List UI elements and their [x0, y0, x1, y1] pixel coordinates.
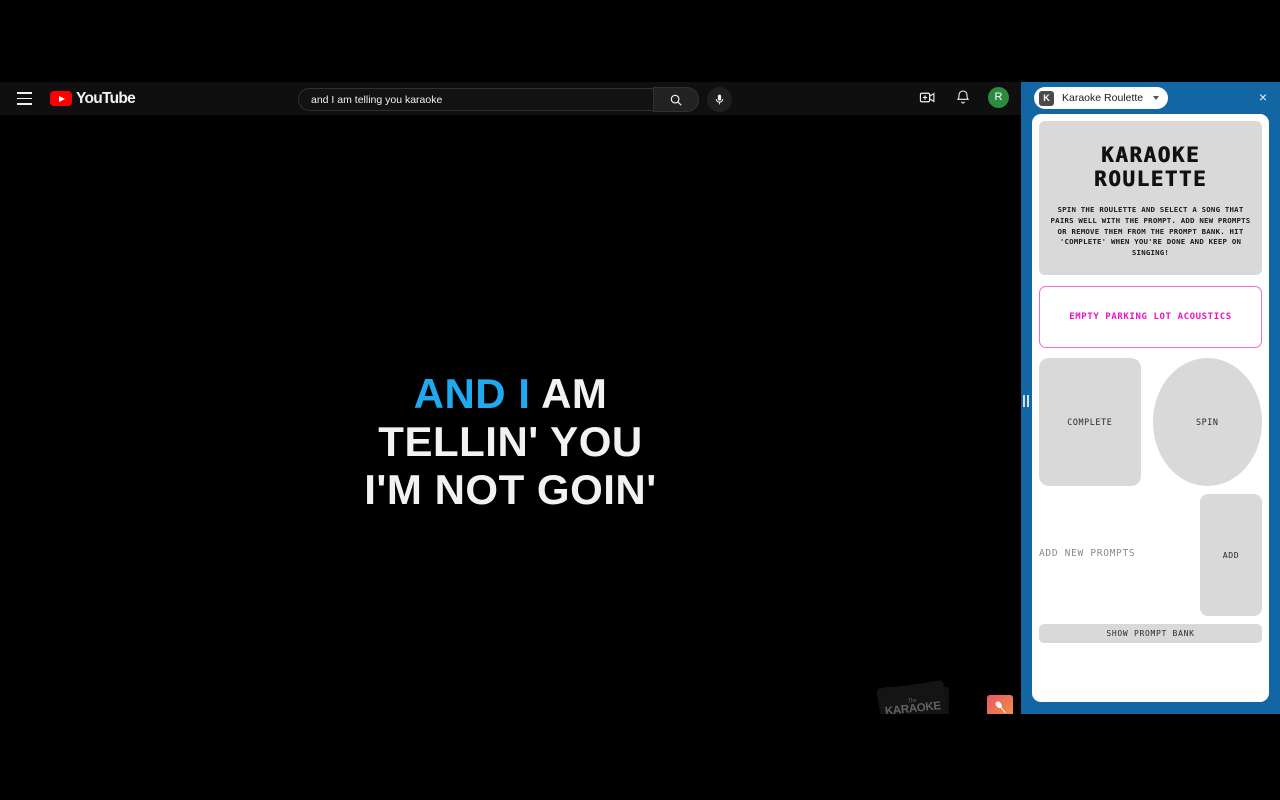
karaoke-lyrics: AND I AM TELLIN' YOU I'M NOT GOIN'	[0, 370, 1021, 514]
app-description: SPIN THE ROULETTE AND SELECT A SONG THAT…	[1050, 205, 1251, 258]
current-prompt-text: EMPTY PARKING LOT ACOUSTICS	[1069, 311, 1232, 322]
bell-icon[interactable]	[952, 86, 974, 108]
lyric-line-1: AND I AM	[0, 370, 1021, 418]
add-prompt-row: ADD	[1039, 493, 1262, 616]
lyric-line-3: I'M NOT GOIN'	[364, 466, 657, 513]
app-title-line-2: ROULETTE	[1093, 167, 1208, 191]
extension-sidebar: K Karaoke Roulette × KARAOKE ROULETTE SP…	[1021, 82, 1280, 714]
app-title: KARAOKE ROULETTE	[1049, 143, 1252, 191]
add-prompt-button[interactable]: ADD	[1200, 493, 1262, 616]
youtube-play-icon	[50, 91, 72, 106]
lyric-rest: AM	[530, 370, 608, 417]
search-box[interactable]	[298, 88, 653, 111]
watermark-main: KARAOKE	[884, 699, 942, 714]
search-input[interactable]	[311, 93, 653, 106]
lyric-line-2: TELLIN' YOU	[378, 418, 643, 465]
extension-topbar: K Karaoke Roulette ×	[1021, 82, 1280, 114]
youtube-logo[interactable]: YouTube	[50, 89, 136, 108]
current-prompt-card[interactable]: EMPTY PARKING LOT ACOUSTICS	[1039, 285, 1262, 348]
extension-tab-label: Karaoke Roulette	[1062, 92, 1144, 104]
sidebar-resize-handle[interactable]	[1021, 392, 1031, 410]
extension-tab-karaoke-roulette[interactable]: K Karaoke Roulette	[1034, 87, 1169, 109]
add-prompt-input[interactable]	[1039, 493, 1190, 616]
close-icon[interactable]: ×	[1255, 89, 1271, 105]
create-video-icon[interactable]	[916, 86, 938, 108]
avatar[interactable]: R	[988, 86, 1009, 108]
app-header: KARAOKE ROULETTE SPIN THE ROULETTE AND S…	[1039, 121, 1262, 275]
voice-search-button[interactable]	[707, 87, 732, 112]
hamburger-menu-icon[interactable]	[12, 87, 36, 111]
youtube-logo-text: YouTube	[76, 89, 136, 107]
extension-content: KARAOKE ROULETTE SPIN THE ROULETTE AND S…	[1032, 114, 1269, 702]
channel-watermark-overlay[interactable]	[987, 695, 1013, 714]
search-area	[298, 87, 732, 112]
screen-root: YouTube and I am telling you karaoke R A…	[0, 0, 1280, 800]
karaoke-channel-watermark: The KARAOKE Channel	[876, 680, 950, 714]
app-title-line-1: KARAOKE	[1100, 143, 1200, 167]
header-right-icons: R	[916, 86, 1009, 108]
roulette-controls: COMPLETE SPIN	[1039, 357, 1262, 486]
show-prompt-bank-button[interactable]: SHOW PROMPT BANK	[1039, 623, 1262, 643]
chevron-down-icon[interactable]	[1153, 96, 1160, 100]
youtube-header: YouTube and I am telling you karaoke R	[0, 82, 1021, 115]
youtube-page: YouTube and I am telling you karaoke R A…	[0, 82, 1021, 714]
complete-button[interactable]: COMPLETE	[1039, 357, 1141, 486]
spin-button[interactable]: SPIN	[1152, 357, 1262, 486]
lyric-highlight: AND I	[413, 370, 531, 417]
microphone-icon	[989, 697, 1010, 714]
search-button[interactable]	[653, 87, 699, 112]
extension-icon: K	[1039, 90, 1054, 106]
video-player[interactable]: AND I AM TELLIN' YOU I'M NOT GOIN' The K…	[0, 115, 1021, 714]
